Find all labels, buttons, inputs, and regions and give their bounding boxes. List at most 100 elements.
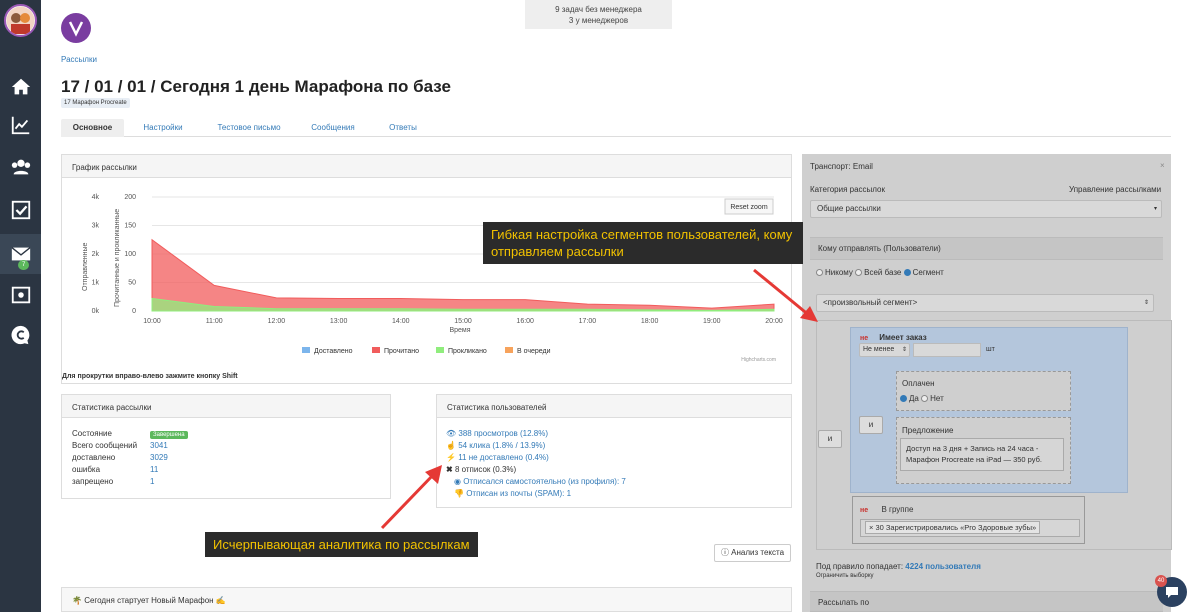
sidebar-item-users[interactable] — [0, 148, 41, 186]
x-tick: 16:00 — [516, 318, 534, 325]
spam-unsub-row[interactable]: 👎 Отписан из почты (SPAM): 1 — [454, 489, 571, 498]
not-toggle[interactable]: не — [860, 507, 868, 514]
thumbs-down-icon: 👎 — [454, 489, 467, 498]
radio-icon — [921, 395, 929, 402]
sidebar-item-media[interactable] — [0, 276, 41, 314]
views-text: 388 просмотров (12.8%) — [458, 429, 549, 438]
breadcrumb[interactable]: Рассылки — [61, 55, 97, 64]
stat-value[interactable]: 3029 — [150, 453, 168, 462]
radio-icon — [816, 269, 823, 276]
close-icon[interactable]: × — [1160, 161, 1165, 170]
x-tick: 12:00 — [268, 318, 286, 325]
quantity-input[interactable] — [913, 343, 981, 357]
chart-panel: График рассылки 4k 3k 2k 1k 0k 200 150 100 50 0 … — [61, 154, 792, 384]
y-axis-right-title: Прочитанные и прокликанные — [114, 209, 121, 307]
segment-select[interactable]: <произвольный сегмент> ⇕ — [816, 294, 1154, 312]
radio-icon — [903, 269, 911, 276]
users-icon — [11, 159, 30, 175]
chevron-down-icon: ▾ — [1153, 206, 1157, 212]
segment-value: <произвольный сегмент> — [823, 298, 918, 307]
legend-swatch — [505, 347, 513, 353]
reset-zoom-button[interactable]: Reset zoom — [724, 198, 774, 215]
radio-yes[interactable]: Да — [900, 394, 919, 403]
in-group-text: В группе — [881, 505, 914, 514]
legend-item[interactable]: Прокликано — [448, 348, 487, 355]
group-select[interactable]: × 30 Зарегистрировались «Pro Здоровые зу… — [860, 519, 1080, 537]
chat-icon — [1166, 587, 1178, 598]
not-less-select[interactable]: Не менее ⇕ — [859, 343, 910, 357]
x-tick: 18:00 — [641, 318, 659, 325]
y-right-tick: 150 — [124, 223, 136, 230]
and-button-inner[interactable]: и — [859, 416, 883, 434]
radio-label: Всей базе — [864, 268, 902, 277]
user-stats-title: Статистика пользователей — [437, 395, 791, 418]
self-unsub-row[interactable]: ◉ Отписался самостоятельно (из профиля):… — [454, 477, 626, 486]
clicks-row[interactable]: ☝ 54 клика (1.8% / 13.9%) — [446, 441, 545, 450]
send-by-header: Рассылать по — [810, 591, 1163, 612]
radio-all[interactable]: Всей базе — [855, 268, 901, 277]
callout-analytics: Исчерпывающая аналитика по рассылкам — [205, 532, 478, 557]
x-tick: 19:00 — [703, 318, 721, 325]
manage-mailings-link[interactable]: Управление рассылками — [1069, 185, 1161, 194]
close-icon: ✖ — [446, 465, 455, 474]
chart-line-icon — [11, 116, 29, 135]
tab-messages[interactable]: Сообщения — [303, 119, 363, 137]
stat-value[interactable]: 11 — [150, 465, 158, 474]
rule-count: Под правило попадает: 4224 пользователя — [816, 562, 981, 571]
rule-count-value[interactable]: 4224 пользователя — [905, 562, 981, 571]
legend-item[interactable]: В очереди — [517, 348, 551, 355]
has-order-text: Имеет заказ — [879, 333, 927, 342]
sidebar-item-mail[interactable]: 7 — [0, 234, 41, 274]
y-left-tick: 4k — [92, 194, 100, 201]
radio-no[interactable]: Нет — [921, 394, 944, 403]
offer-select[interactable]: Доступ на 3 дня + Запись на 24 часа - Ма… — [900, 438, 1064, 471]
limit-selection-link[interactable]: Ограничить выборку — [816, 573, 874, 579]
stat-value[interactable]: 3041 — [150, 441, 168, 450]
y-right-tick: 100 — [124, 251, 136, 258]
stat-value[interactable]: 1 — [150, 477, 154, 486]
radio-nobody[interactable]: Никому — [816, 268, 853, 277]
unsub-row: ✖ 8 отписок (0.3%) — [446, 465, 516, 474]
chart-credits[interactable]: Highcharts.com — [741, 357, 776, 363]
stat-label: ошибка — [72, 465, 101, 474]
y-right-tick: 0 — [132, 308, 136, 315]
sidebar-item-stats[interactable] — [0, 106, 41, 144]
chevron-updown-icon: ⇕ — [1143, 300, 1149, 306]
unsub-text: 8 отписок (0.3%) — [454, 465, 517, 474]
y-left-tick: 1k — [92, 280, 100, 287]
account-avatar[interactable] — [4, 4, 37, 37]
sidebar-item-chat[interactable] — [0, 316, 41, 354]
marathon-bar[interactable]: 🌴 Сегодня стартует Новый Марафон ✍ — [61, 587, 792, 612]
callout-segments: Гибкая настройка сегментов пользователей… — [483, 222, 803, 264]
stat-row-state: Состояние Завершена — [72, 429, 188, 439]
radio-segment[interactable]: Сегмент — [903, 268, 944, 277]
analyze-text-button[interactable]: ⓘ Анализ текста — [714, 544, 791, 562]
radio-label: Да — [909, 394, 919, 403]
app-window: 7 9 задач без менеджера 3 у менеджеров Р… — [0, 0, 1199, 612]
y-left-tick: 3k — [92, 223, 100, 230]
task-notice[interactable]: 9 задач без менеджера 3 у менеджеров — [525, 0, 672, 29]
sidebar-item-home[interactable] — [0, 68, 41, 106]
eye-icon: 👁 — [446, 429, 459, 438]
mail-count-badge: 7 — [18, 260, 30, 270]
stat-row-forbidden: запрещено 1 — [72, 477, 154, 486]
mailing-tag[interactable]: 17 Марафон Procreate — [61, 98, 130, 108]
tab-main[interactable]: Основное — [61, 119, 124, 137]
tab-replies[interactable]: Ответы — [379, 119, 427, 137]
legend-item[interactable]: Прочитано — [384, 348, 419, 355]
legend-swatch — [372, 347, 380, 353]
views-row[interactable]: 👁 388 просмотров (12.8%) — [446, 429, 548, 438]
status-badge: Завершена — [150, 431, 188, 439]
brand-logo[interactable] — [61, 13, 91, 43]
not-toggle[interactable]: не — [860, 335, 868, 342]
and-button-outer[interactable]: и — [818, 430, 842, 448]
stat-row-delivered: доставлено 3029 — [72, 453, 168, 462]
legend-item[interactable]: Доставлено — [314, 348, 353, 355]
tab-settings[interactable]: Настройки — [133, 119, 193, 137]
group-chip[interactable]: × 30 Зарегистрировались «Pro Здоровые зу… — [865, 521, 1041, 534]
mailing-chart: 4k3k2k1k0k 200150100500 10:00 11:00 12:00 1… — [62, 194, 783, 380]
tab-test-letter[interactable]: Тестовое письмо — [207, 119, 291, 137]
not-delivered-row[interactable]: ⚡ 11 не доставлено (0.4%) — [446, 453, 549, 462]
sidebar-item-tasks[interactable] — [0, 191, 41, 229]
category-select[interactable]: Общие рассылки ▾ — [810, 200, 1162, 218]
